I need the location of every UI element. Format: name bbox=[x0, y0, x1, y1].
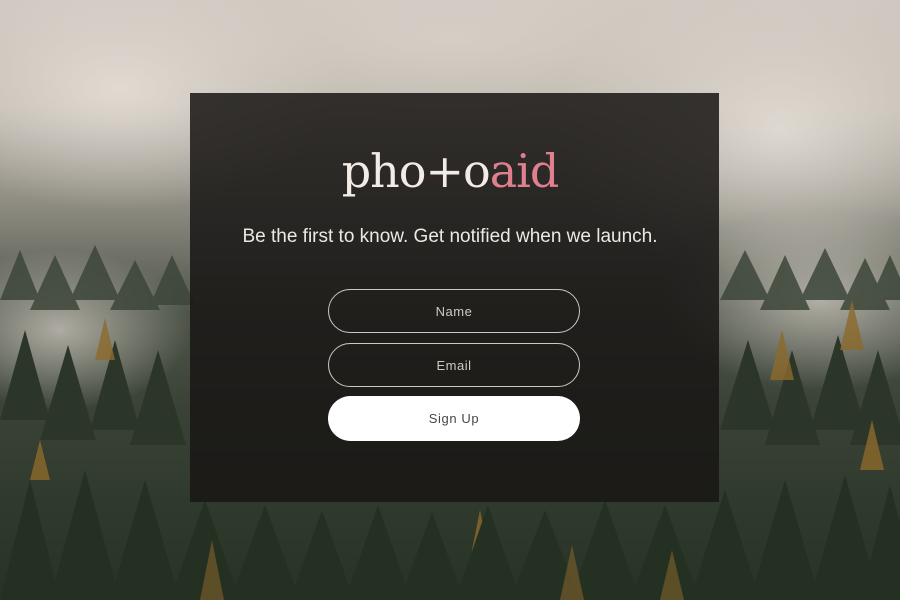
sign-up-button[interactable]: Sign Up bbox=[328, 396, 580, 441]
name-input[interactable] bbox=[328, 289, 580, 333]
logo-text-accent: aid bbox=[489, 144, 560, 198]
email-input[interactable] bbox=[328, 343, 580, 387]
brand-logo: pho+oaid bbox=[0, 143, 900, 199]
tagline: Be the first to know. Get notified when … bbox=[242, 226, 658, 247]
logo-text-primary: pho+o bbox=[341, 144, 491, 198]
